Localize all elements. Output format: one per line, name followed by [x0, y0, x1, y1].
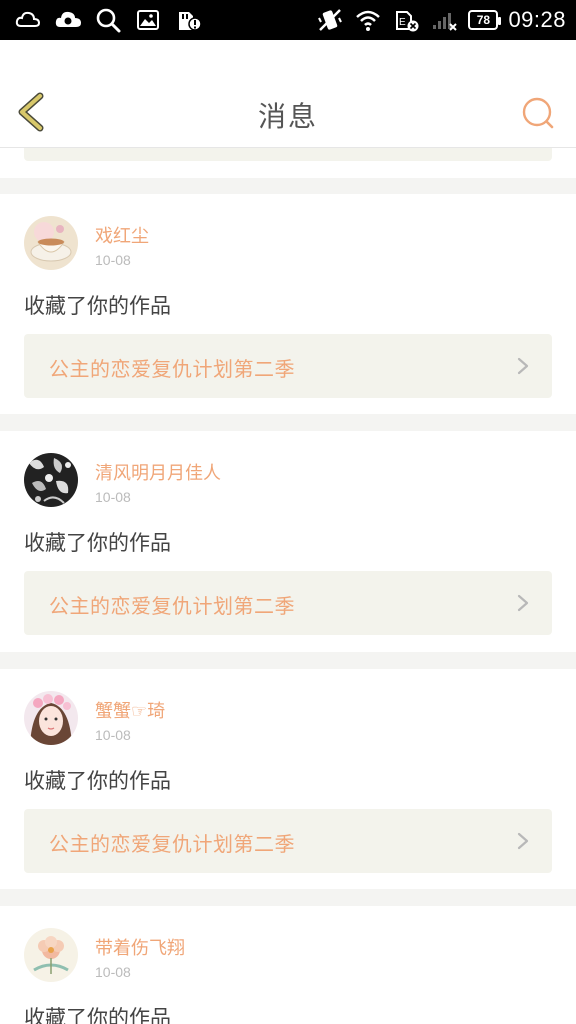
- status-bar: E 78 09:28: [0, 0, 576, 40]
- action-text: 收藏了你的作品: [24, 769, 171, 793]
- username[interactable]: 戏红尘: [95, 222, 149, 248]
- work-title: 公主的恋爱复仇计划第二季: [49, 594, 295, 618]
- vibrate-muted-icon: [318, 9, 343, 31]
- message-item: 带着伤飞翔 10-08 收藏了你的作品: [0, 906, 576, 1024]
- message-date: 10-08: [95, 252, 131, 268]
- username[interactable]: 带着伤飞翔: [95, 934, 185, 960]
- header-bar: 消息: [0, 40, 576, 148]
- sim-off-icon: E: [396, 11, 419, 32]
- message-date: 10-08: [95, 964, 131, 980]
- girl-avatar[interactable]: [24, 691, 78, 745]
- message-date: 10-08: [95, 727, 131, 743]
- message-list: 戏红尘 10-08 收藏了你的作品 公主的恋爱复仇计划第二季 清风明月月佳人 1…: [0, 148, 576, 1024]
- message-item: 戏红尘 10-08 收藏了你的作品 公主的恋爱复仇计划第二季: [0, 194, 576, 414]
- chevron-right-icon: [517, 832, 529, 850]
- status-left-icons: [14, 6, 202, 34]
- action-text: 收藏了你的作品: [24, 294, 171, 318]
- page-title: 消息: [257, 100, 318, 133]
- chevron-right-icon: [517, 357, 529, 375]
- weather-cloud-icon: [15, 11, 41, 27]
- work-card[interactable]: 公主的恋爱复仇计划第二季: [24, 571, 552, 635]
- work-title: 公主的恋爱复仇计划第二季: [49, 832, 295, 856]
- message-item: 清风明月月佳人 10-08 收藏了你的作品 公主的恋爱复仇计划第二季: [0, 431, 576, 652]
- wifi-icon: [356, 10, 381, 31]
- status-right-icons: E 78 09:28: [316, 6, 566, 34]
- message-date: 10-08: [95, 489, 131, 505]
- teacup-avatar[interactable]: [24, 216, 78, 270]
- username[interactable]: 蟹蟹☞琦: [95, 697, 165, 723]
- screen: E 78 09:28 消息 戏红尘 10-08 收藏了你的作品 公主的恋爱复仇计…: [0, 0, 576, 1024]
- search-icon[interactable]: [520, 95, 556, 131]
- status-time: 09:28: [508, 7, 566, 32]
- flower-avatar[interactable]: [24, 928, 78, 982]
- image-icon: [137, 10, 159, 30]
- work-card[interactable]: 公主的恋爱复仇计划第二季: [24, 334, 552, 398]
- chevron-right-icon: [517, 594, 529, 612]
- svg-text:E: E: [399, 17, 406, 28]
- action-text: 收藏了你的作品: [24, 531, 171, 555]
- username[interactable]: 清风明月月佳人: [95, 459, 221, 485]
- work-card[interactable]: 公主的恋爱复仇计划第二季: [24, 809, 552, 873]
- work-title: 公主的恋爱复仇计划第二季: [49, 357, 295, 381]
- pattern-avatar[interactable]: [24, 453, 78, 507]
- action-text: 收藏了你的作品: [24, 1006, 171, 1024]
- message-item: 蟹蟹☞琦 10-08 收藏了你的作品 公主的恋爱复仇计划第二季: [0, 669, 576, 889]
- signal-none-icon: [433, 13, 458, 31]
- battery-indicator: 78: [468, 10, 502, 30]
- storage-alert-icon: [179, 12, 202, 31]
- list-item-partial: [0, 148, 576, 178]
- cloud-eye-icon: [55, 11, 81, 27]
- work-card-partial[interactable]: [24, 148, 552, 161]
- search-icon: [96, 8, 121, 33]
